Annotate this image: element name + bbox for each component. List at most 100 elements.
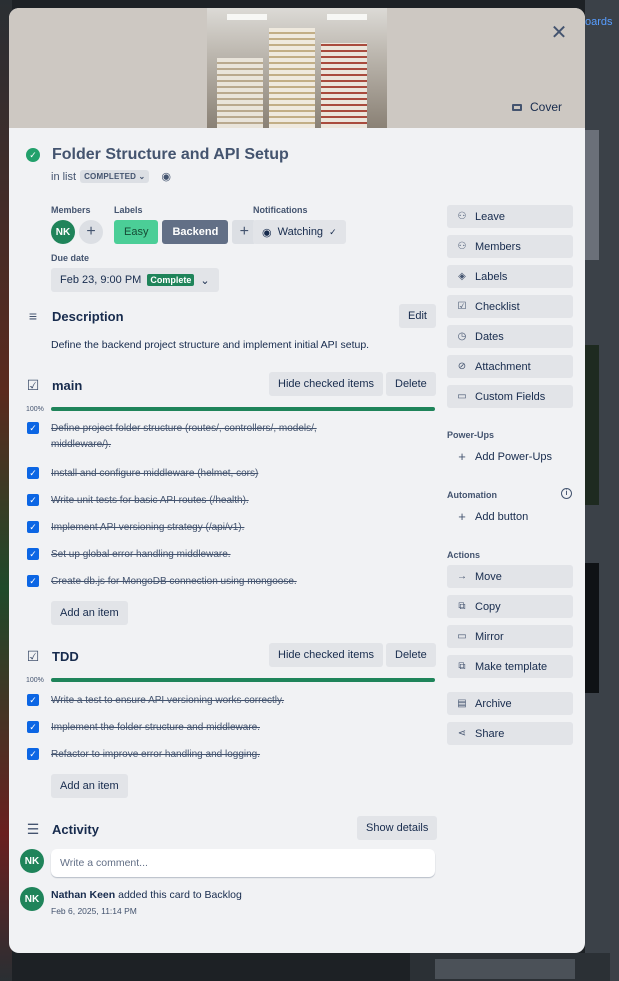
checklist-item-text[interactable]: Write unit tests for basic API routes (/… bbox=[51, 493, 351, 509]
checklist-icon: ☑ bbox=[26, 648, 40, 664]
cover-label: Cover bbox=[530, 100, 563, 114]
checklist-title[interactable]: TDD bbox=[52, 649, 79, 664]
checkbox[interactable]: ✓ bbox=[27, 521, 39, 533]
plus-icon: + bbox=[458, 449, 466, 464]
ceiling-light bbox=[227, 14, 267, 20]
info-icon[interactable]: i bbox=[561, 488, 572, 499]
attachment-button[interactable]: ⊘ Attachment bbox=[447, 355, 573, 378]
board-card-image bbox=[585, 130, 599, 260]
checklist-button[interactable]: ☑ Checklist bbox=[447, 295, 573, 318]
labels-label: Labels bbox=[114, 205, 143, 215]
labels-button[interactable]: ◈ Labels bbox=[447, 265, 573, 288]
share-button[interactable]: ⋖ Share bbox=[447, 722, 573, 745]
chevron-down-icon: ⌄ bbox=[200, 274, 210, 287]
board-card-image bbox=[585, 563, 599, 693]
make-template-button[interactable]: ⧉ Make template bbox=[447, 655, 573, 678]
tag-icon: ◈ bbox=[458, 271, 466, 282]
edit-description-button[interactable]: Edit bbox=[399, 304, 436, 328]
add-member-button[interactable]: + bbox=[79, 220, 103, 244]
avatar[interactable]: NK bbox=[20, 849, 44, 873]
activity-icon: ☰ bbox=[26, 821, 40, 837]
checklist-item-text[interactable]: Install and configure middleware (helmet… bbox=[51, 466, 351, 482]
checkbox[interactable]: ✓ bbox=[27, 748, 39, 760]
plus-icon: + bbox=[458, 509, 466, 524]
template-icon: ⧉ bbox=[458, 661, 466, 672]
checkbox[interactable]: ✓ bbox=[27, 422, 39, 434]
checklist-item-text[interactable]: Set up global error handling middleware. bbox=[51, 547, 351, 563]
activity-user[interactable]: Nathan Keen bbox=[51, 889, 115, 901]
checklist-item-text[interactable]: Implement the folder structure and middl… bbox=[51, 720, 351, 736]
paperclip-icon: ⊘ bbox=[457, 361, 467, 372]
complete-check-icon[interactable]: ✓ bbox=[26, 148, 40, 162]
complete-badge: Complete bbox=[147, 274, 195, 286]
checklist-item: ✓ Implement API versioning strategy (/ap… bbox=[27, 520, 437, 536]
members-button[interactable]: ⚇ Members bbox=[447, 235, 573, 258]
board-card-image bbox=[585, 345, 599, 505]
add-item-button[interactable]: Add an item bbox=[51, 774, 128, 798]
cover-icon bbox=[512, 103, 522, 111]
due-date-button[interactable]: Feb 23, 9:00 PM Complete ⌄ bbox=[51, 268, 219, 292]
arrow-right-icon: → bbox=[457, 571, 467, 582]
activity-entry: Nathan Keen added this card to Backlog bbox=[51, 889, 242, 901]
avatar[interactable]: NK bbox=[51, 220, 75, 244]
checklist-item-text[interactable]: Define project folder structure (routes/… bbox=[51, 421, 351, 453]
checklist-item: ✓ Write a test to ensure API versioning … bbox=[27, 693, 437, 709]
checklist-item-text[interactable]: Write a test to ensure API versioning wo… bbox=[51, 693, 351, 709]
paper-stack bbox=[269, 28, 315, 128]
description-text[interactable]: Define the backend project structure and… bbox=[51, 339, 369, 351]
watch-button[interactable]: ◉ Watching ✓ bbox=[253, 220, 346, 244]
comment-input[interactable]: Write a comment... bbox=[51, 849, 435, 877]
person-icon: ⚇ bbox=[457, 211, 467, 222]
checklist-title[interactable]: main bbox=[52, 378, 82, 393]
checkbox[interactable]: ✓ bbox=[27, 467, 39, 479]
card-title[interactable]: Folder Structure and API Setup bbox=[52, 146, 289, 164]
ceiling-light bbox=[327, 14, 367, 20]
avatar[interactable]: NK bbox=[20, 887, 44, 911]
actions-label: Actions bbox=[447, 550, 481, 560]
boards-link[interactable]: oards bbox=[585, 16, 613, 28]
clock-icon: ◷ bbox=[457, 331, 467, 342]
add-automation-button[interactable]: + Add button bbox=[447, 505, 573, 528]
activity-header: ☰ Activity bbox=[26, 821, 99, 838]
in-list-prefix: in list bbox=[51, 170, 77, 183]
checklist-item-text[interactable]: Refactor to improve error handling and l… bbox=[51, 747, 351, 763]
add-item-button[interactable]: Add an item bbox=[51, 601, 128, 625]
checklist-header: ☑ main bbox=[26, 377, 83, 394]
leave-button[interactable]: ⚇ Leave bbox=[447, 205, 573, 228]
checklist-item: ✓ Create db.js for MongoDB connection us… bbox=[27, 574, 437, 590]
checkbox[interactable]: ✓ bbox=[27, 694, 39, 706]
eye-icon[interactable]: ◉ bbox=[161, 170, 171, 183]
board-bottom-list bbox=[410, 953, 610, 981]
hide-checked-button[interactable]: Hide checked items bbox=[269, 372, 383, 396]
delete-checklist-button[interactable]: Delete bbox=[386, 372, 436, 396]
automation-label: Automation bbox=[447, 490, 497, 500]
check-icon: ✓ bbox=[329, 226, 337, 237]
checklist-item-text[interactable]: Implement API versioning strategy (/api/… bbox=[51, 520, 351, 536]
checklist-item: ✓ Define project folder structure (route… bbox=[27, 421, 437, 453]
checklist-icon: ☑ bbox=[26, 377, 40, 393]
mirror-button[interactable]: ▭ Mirror bbox=[447, 625, 573, 648]
due-date-label: Due date bbox=[51, 253, 90, 263]
checkbox[interactable]: ✓ bbox=[27, 721, 39, 733]
dates-button[interactable]: ◷ Dates bbox=[447, 325, 573, 348]
add-powerups-button[interactable]: + Add Power-Ups bbox=[447, 445, 573, 468]
delete-checklist-button[interactable]: Delete bbox=[386, 643, 436, 667]
label-easy[interactable]: Easy bbox=[114, 220, 159, 244]
checkbox[interactable]: ✓ bbox=[27, 575, 39, 587]
activity-timestamp[interactable]: Feb 6, 2025, 11:14 PM bbox=[51, 906, 137, 916]
checkbox[interactable]: ✓ bbox=[27, 494, 39, 506]
cover-button[interactable]: Cover bbox=[512, 96, 562, 118]
checklist-item: ✓ Implement the folder structure and mid… bbox=[27, 720, 437, 736]
show-details-button[interactable]: Show details bbox=[357, 816, 438, 840]
checklist-progress-bar bbox=[51, 678, 435, 682]
archive-button[interactable]: ▤ Archive bbox=[447, 692, 573, 715]
hide-checked-button[interactable]: Hide checked items bbox=[269, 643, 383, 667]
close-button[interactable]: ✕ bbox=[545, 18, 573, 46]
move-button[interactable]: → Move bbox=[447, 565, 573, 588]
checklist-item-text[interactable]: Create db.js for MongoDB connection usin… bbox=[51, 574, 351, 590]
copy-button[interactable]: ⧉ Copy bbox=[447, 595, 573, 618]
custom-fields-button[interactable]: ▭ Custom Fields bbox=[447, 385, 573, 408]
label-backend[interactable]: Backend bbox=[162, 220, 229, 244]
checkbox[interactable]: ✓ bbox=[27, 548, 39, 560]
list-select[interactable]: COMPLETED ⌄ bbox=[80, 170, 150, 183]
